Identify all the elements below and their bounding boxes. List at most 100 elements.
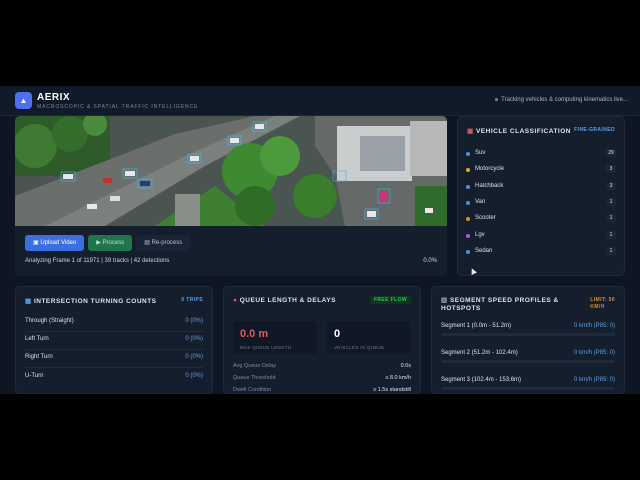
vehicle-count: 29: [606, 149, 616, 157]
divider: [25, 331, 203, 332]
segment-speed-bar: [441, 360, 615, 363]
segment-value: 0 km/h (P85: 0): [573, 377, 615, 383]
category-dot-icon: [466, 234, 470, 238]
vehicle-name: Scooter: [475, 215, 496, 221]
turning-row: Left Turn 0 (0%): [25, 336, 203, 348]
segment-speed-bar: [441, 333, 615, 336]
brand-tagline: MACROSCOPIC & SPATIAL TRAFFIC INTELLIGEN…: [37, 104, 199, 110]
segment-row: Segment 3 (102.4m - 153.6m) 0 km/h (P85: …: [441, 377, 615, 391]
turning-value: 0 (0%): [185, 318, 203, 324]
vehicle-row: Sedan 1: [466, 247, 616, 260]
vehicle-row: Hatchback 3: [466, 182, 616, 195]
queue-stat-label: Queue Threshold: [233, 375, 276, 381]
upload-video-label: Upload Video: [40, 240, 77, 246]
speed-title-line1: SEGMENT SPEED PROFILES &: [449, 297, 559, 304]
frame-info: Analyzing Frame 1 of 11971 | 39 tracks |…: [25, 258, 170, 264]
vehicle-name: Van: [475, 199, 486, 205]
vehicle-row: Lgv 1: [466, 231, 616, 244]
vehicle-count: 3: [606, 182, 616, 190]
aerial-video-frame[interactable]: [15, 116, 447, 226]
turning-counts-card: ▦ INTERSECTION TURNING COUNTS 0 TRIPS Th…: [15, 286, 213, 394]
turning-counts-title-text: INTERSECTION TURNING COUNTS: [33, 298, 157, 305]
process-button[interactable]: ▶ Process: [88, 235, 133, 251]
vehicle-name: Lgv: [475, 232, 485, 238]
vehicle-classification-title: ▣ VEHICLE CLASSIFICATION: [467, 127, 571, 135]
brand-name: AERIX: [37, 92, 71, 103]
segment-row: Segment 2 (51.2m - 102.4m) 0 km/h (P85: 0…: [441, 350, 615, 364]
turning-value: 0 (0%): [185, 354, 203, 360]
turning-row: Right Turn 0 (0%): [25, 354, 203, 366]
upload-video-button[interactable]: ▣ Upload Video: [25, 235, 85, 251]
queue-stat-label: Avg Queue Delay: [233, 363, 277, 369]
turning-row: Through (Straight) 0 (0%): [25, 318, 203, 330]
progress-percent: 0.0%: [423, 258, 437, 264]
turning-label: Right Turn: [25, 354, 53, 360]
vehicle-count: 1: [606, 198, 616, 206]
segment-label: Segment 2 (51.2m - 102.4m): [441, 350, 518, 356]
turning-value: 0 (0%): [185, 336, 203, 342]
vehicle-count: 1: [606, 231, 616, 239]
queue-stat-row: Dwell Condition ≥ 1.5s standstill: [233, 387, 411, 393]
reprocess-label: Re-process: [151, 240, 183, 246]
process-label: Process: [102, 240, 125, 246]
divider: [25, 367, 203, 368]
queue-title: ● QUEUE LENGTH & DELAYS: [233, 297, 336, 304]
vehicle-name: Hatchback: [475, 183, 504, 189]
queue-stat-label: Dwell Condition: [233, 387, 272, 393]
max-queue-value: 0.0 m: [240, 328, 269, 340]
trips-badge: 0 TRIPS: [181, 297, 203, 303]
speed-profiles-card: ▥ SEGMENT SPEED PROFILES & HOTSPOTS LIMIT…: [431, 286, 625, 394]
segment-label: Segment 1 (0.0m - 51.2m): [441, 323, 512, 329]
vehicle-row: Scooter 1: [466, 214, 616, 227]
turning-label: Through (Straight): [25, 318, 74, 324]
speed-limit-line2: KM/H: [590, 304, 605, 310]
speed-limit-badge: LIMIT: 50 KM/H: [590, 297, 615, 311]
vehicle-name: Suv: [475, 150, 486, 156]
grid-icon: ▦: [25, 298, 34, 305]
queue-stat-row: Queue Threshold ≤ 8.0 km/h: [233, 375, 411, 385]
vehicle-count: 3: [606, 165, 616, 173]
car-icon: ▣: [467, 128, 476, 135]
live-status-text: Tracking vehicles & computing kinematics…: [501, 97, 628, 103]
live-status: Tracking vehicles & computing kinematics…: [495, 97, 628, 103]
refresh-icon: ▤: [144, 240, 152, 246]
vehicle-count: 1: [606, 214, 616, 222]
vehicle-name: Motorcycle: [475, 166, 505, 172]
stop-icon: ●: [233, 297, 240, 304]
video-controls: ▣ Upload Video ▶ Process ▤ Re-process: [25, 235, 194, 253]
vehicle-classification-title-text: VEHICLE CLASSIFICATION: [475, 128, 571, 135]
queue-title-text: QUEUE LENGTH & DELAYS: [239, 297, 336, 304]
speed-profiles-title: ▥ SEGMENT SPEED PROFILES & HOTSPOTS: [441, 297, 559, 313]
reprocess-button[interactable]: ▤ Re-process: [136, 235, 191, 251]
vehicle-name: Sedan: [475, 248, 493, 254]
divider: [25, 349, 203, 350]
category-dot-icon: [466, 217, 470, 221]
speed-title-line2: HOTSPOTS: [441, 305, 481, 312]
max-queue-caption: MAX QUEUE LENGTH: [240, 345, 292, 350]
turning-row: U-Turn 0 (0%): [25, 373, 203, 385]
vehicle-classification-card: ▣ VEHICLE CLASSIFICATION FINE-GRAINED Su…: [457, 116, 625, 276]
vehicle-row: Motorcycle 3: [466, 165, 616, 178]
vehicles-in-queue-metric: 0 VEHICLES IN QUEUE: [327, 321, 411, 354]
header: ▲ AERIX MACROSCOPIC & SPATIAL TRAFFIC IN…: [0, 86, 640, 116]
vehicle-count: 1: [606, 247, 616, 255]
segment-speed-bar: [441, 387, 615, 390]
vehicles-in-queue-value: 0: [334, 328, 341, 340]
free-flow-badge: FREE FLOW: [369, 296, 411, 304]
vehicles-in-queue-caption: VEHICLES IN QUEUE: [334, 345, 385, 350]
queue-card: ● QUEUE LENGTH & DELAYS FREE FLOW 0.0 m …: [223, 286, 421, 394]
segment-value: 0 km/h (P85: 0): [573, 350, 615, 356]
category-dot-icon: [466, 201, 470, 205]
speed-limit-line1: LIMIT: 50: [590, 297, 615, 303]
turning-value: 0 (0%): [185, 373, 203, 379]
aerial-frame-image: [15, 116, 447, 226]
turning-label: Left Turn: [25, 336, 49, 342]
turning-counts-title: ▦ INTERSECTION TURNING COUNTS: [25, 297, 157, 305]
turning-label: U-Turn: [25, 373, 44, 379]
video-panel: ▣ Upload Video ▶ Process ▤ Re-process Anal…: [15, 116, 447, 276]
app-window: ▲ AERIX MACROSCOPIC & SPATIAL TRAFFIC IN…: [0, 86, 640, 394]
category-dot-icon: [466, 152, 470, 156]
queue-stat-value: 0.0s: [400, 363, 411, 369]
segment-row: Segment 1 (0.0m - 51.2m) 0 km/h (P85: 0): [441, 323, 615, 337]
queue-stat-row: Avg Queue Delay 0.0s: [233, 363, 411, 373]
